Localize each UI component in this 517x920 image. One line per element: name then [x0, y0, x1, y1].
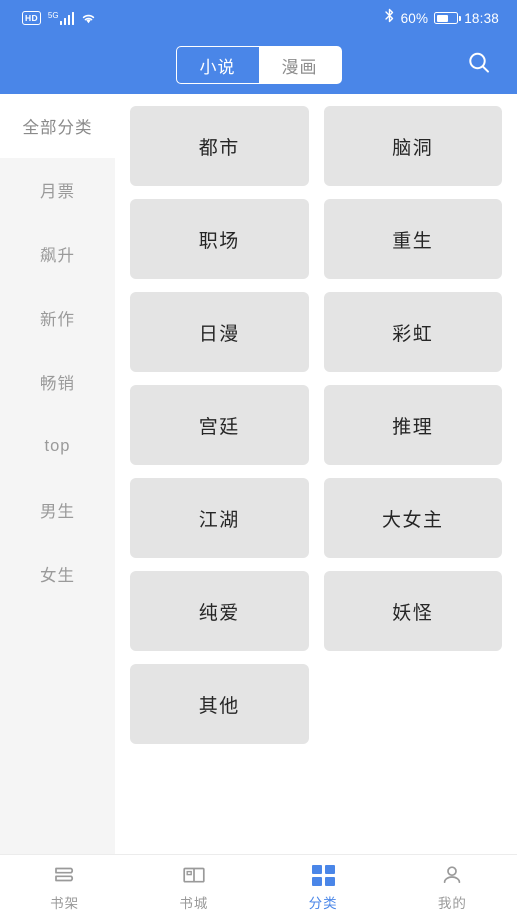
sidebar-item-new-works[interactable]: 新作	[0, 286, 115, 350]
nav-label-bookshelf: 书架	[50, 896, 80, 911]
sidebar-filler	[0, 606, 115, 854]
status-bar-right: 60% 18:38	[384, 8, 499, 28]
sidebar-item-monthly-ticket[interactable]: 月票	[0, 158, 115, 222]
battery-icon	[434, 12, 462, 24]
page-body: 全部分类 月票 飙升 新作 畅销 top 男生 女生 都市 脑洞 职场 重生 日…	[0, 94, 517, 854]
category-tile[interactable]: 大女主	[323, 478, 502, 558]
status-bar-left: HD 5G	[22, 11, 96, 25]
status-bar: HD 5G 60% 18:38	[0, 0, 517, 36]
bottom-navigation: 书架 书城 分类 我的	[0, 854, 517, 920]
open-book-icon	[181, 863, 207, 887]
hd-icon: HD	[22, 11, 41, 25]
tab-novel[interactable]: 小说	[176, 47, 259, 83]
category-tile[interactable]: 妖怪	[323, 571, 502, 651]
person-icon	[439, 863, 465, 887]
sidebar-item-all-categories[interactable]: 全部分类	[0, 94, 115, 158]
category-tile[interactable]: 脑洞	[323, 106, 502, 186]
category-tile[interactable]: 其他	[130, 664, 309, 744]
signal-bars-icon: 5G	[47, 10, 75, 25]
app-root: HD 5G 60% 18:38 小说 漫画 全部分类 月票 飙升 新作 畅销 t…	[0, 0, 517, 920]
category-tile[interactable]: 纯爱	[130, 571, 309, 651]
sidebar-item-male[interactable]: 男生	[0, 478, 115, 542]
nav-label-bookstore: 书城	[179, 896, 209, 911]
category-grid: 都市 脑洞 职场 重生 日漫 彩虹 宫廷 推理 江湖 大女主 纯爱 妖怪 其他	[130, 106, 502, 744]
signal-bars-glyph	[59, 11, 75, 25]
nav-label-categories: 分类	[308, 896, 338, 911]
category-tile[interactable]: 都市	[130, 106, 309, 186]
nav-item-profile[interactable]: 我的	[388, 855, 517, 920]
category-tile[interactable]: 彩虹	[323, 292, 502, 372]
grid-categories-icon	[311, 863, 335, 887]
bluetooth-icon	[384, 8, 395, 28]
category-tile[interactable]: 职场	[130, 199, 309, 279]
category-content: 都市 脑洞 职场 重生 日漫 彩虹 宫廷 推理 江湖 大女主 纯爱 妖怪 其他	[115, 94, 517, 854]
wifi-icon	[81, 12, 96, 25]
bookshelf-icon	[52, 863, 78, 887]
content-type-segmented-control[interactable]: 小说 漫画	[175, 46, 342, 84]
category-sidebar: 全部分类 月票 飙升 新作 畅销 top 男生 女生	[0, 94, 115, 854]
app-header: HD 5G 60% 18:38 小说 漫画	[0, 0, 517, 94]
nav-item-bookstore[interactable]: 书城	[129, 855, 258, 920]
sidebar-item-female[interactable]: 女生	[0, 542, 115, 606]
network-gen-label: 5G	[47, 10, 59, 20]
nav-item-bookshelf[interactable]: 书架	[0, 855, 129, 920]
category-tile[interactable]: 日漫	[130, 292, 309, 372]
search-icon	[465, 49, 493, 82]
category-tile[interactable]: 推理	[323, 385, 502, 465]
nav-item-categories[interactable]: 分类	[259, 855, 388, 920]
app-bar: 小说 漫画	[0, 36, 517, 94]
nav-label-profile: 我的	[437, 896, 467, 911]
clock-label: 18:38	[464, 10, 499, 26]
category-tile[interactable]: 宫廷	[130, 385, 309, 465]
sidebar-item-top[interactable]: top	[0, 414, 115, 478]
sidebar-item-rising[interactable]: 飙升	[0, 222, 115, 286]
tab-comic[interactable]: 漫画	[258, 47, 341, 83]
category-tile[interactable]: 江湖	[130, 478, 309, 558]
category-tile[interactable]: 重生	[323, 199, 502, 279]
search-button[interactable]	[459, 45, 499, 85]
battery-percent-label: 60%	[400, 10, 429, 26]
sidebar-item-bestseller[interactable]: 畅销	[0, 350, 115, 414]
